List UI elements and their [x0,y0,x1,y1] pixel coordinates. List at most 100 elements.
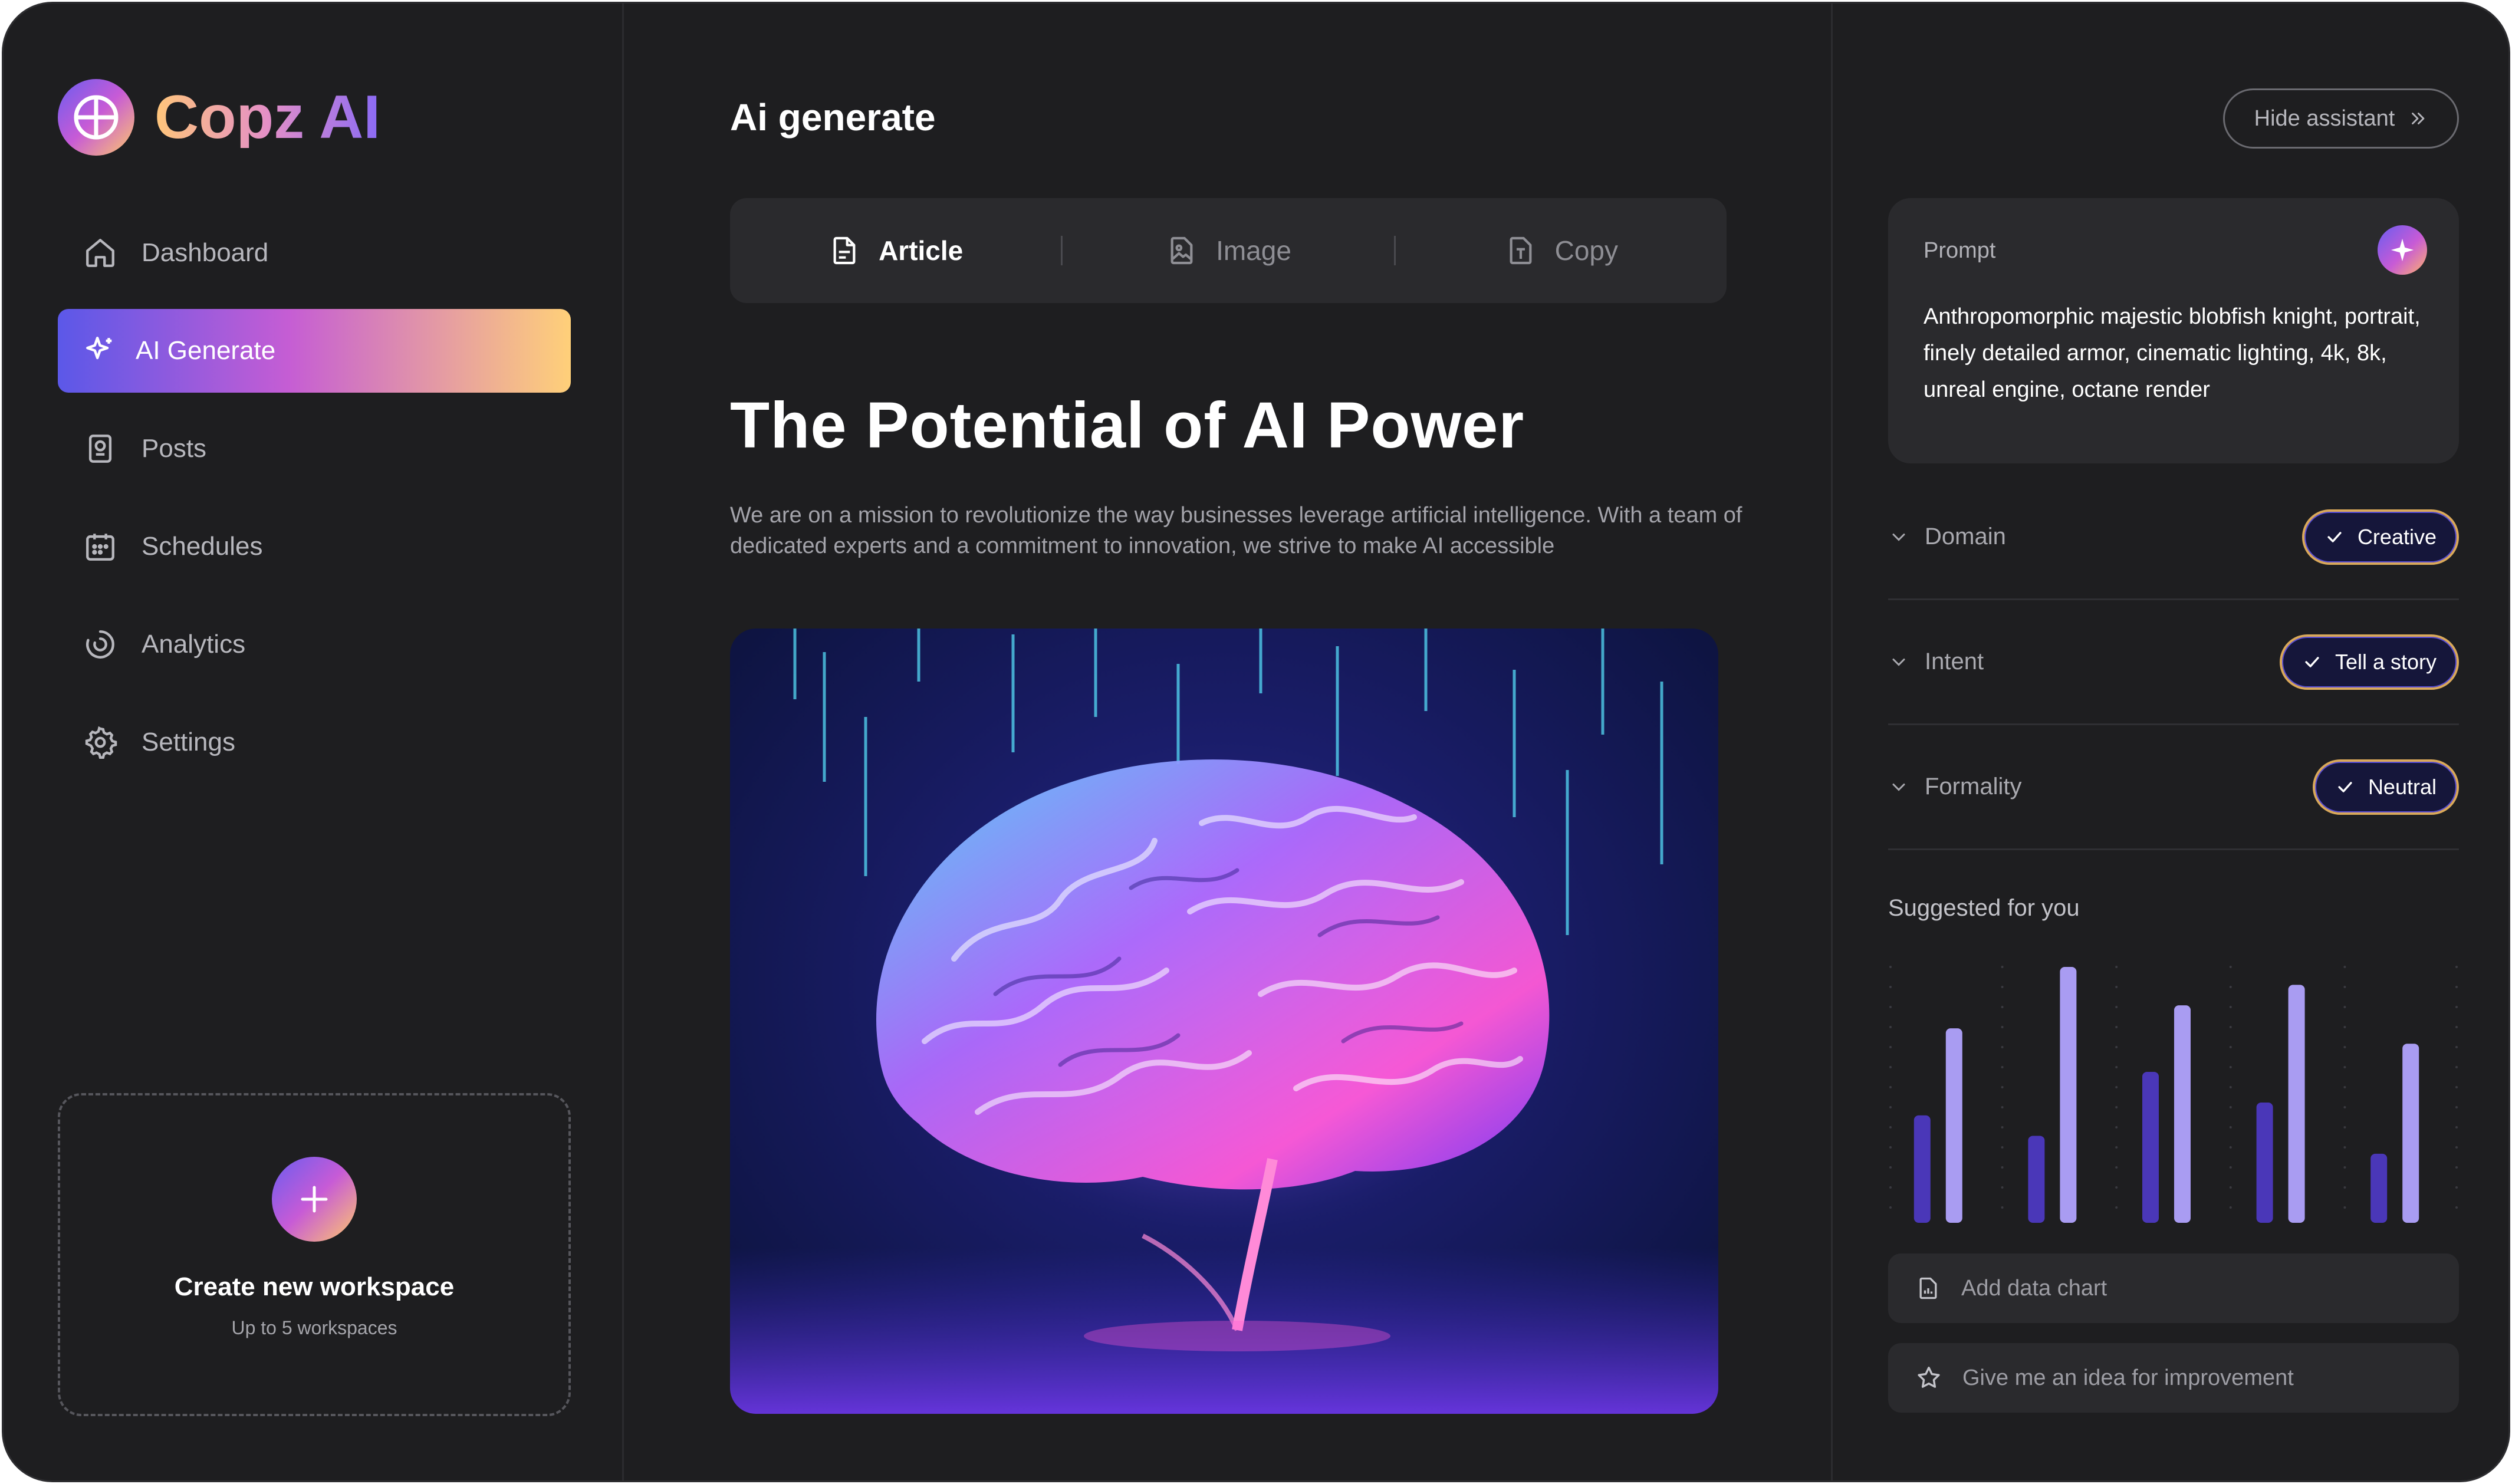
tab-article[interactable]: Article [730,234,1061,267]
article-headline: The Potential of AI Power [730,389,1525,462]
main-content: Ai generate Article Image Copy The Poten… [624,4,1833,1480]
sidebar-item-posts[interactable]: Posts [58,407,571,491]
chart-grid-dot [2001,1006,2004,1008]
chevron-down-icon [1888,527,1909,548]
sidebar-item-label: Settings [142,728,235,756]
option-value-pill[interactable]: Neutral [2312,759,2459,815]
assistant-panel: Hide assistant Prompt Anthropomorphic ma… [1833,4,2508,1480]
chart-bar-series-1-5 [2370,1153,2388,1223]
chart-grid-dot [2115,1106,2118,1108]
chart-grid-dot [2229,1086,2232,1088]
chart-grid-dot [2229,1166,2232,1169]
chart-grid-dot [2343,1106,2346,1108]
chart-grid-dot [2001,1186,2004,1189]
prompt-text: Anthropomorphic majestic blobfish knight… [1924,304,2421,402]
sidebar-item-label: Analytics [142,630,246,659]
option-value-pill[interactable]: Tell a story [2279,634,2459,690]
chart-grid-dot [2455,1106,2458,1108]
chart-grid-dot [1889,986,1892,988]
add-workspace-button[interactable] [272,1157,357,1242]
chart-grid-dot [2115,986,2118,988]
chart-grid-dot [2455,1006,2458,1008]
add-data-chart-button[interactable]: Add data chart [1888,1253,2459,1323]
chart-grid-dot [2001,1046,2004,1048]
posts-icon [83,431,118,466]
star-icon [1915,1364,1942,1391]
option-label-group: Domain [1888,524,2006,550]
chart-grid-dot [1889,1126,1892,1128]
double-chevron-right-icon [2408,108,2428,129]
chart-grid-dot [2343,966,2346,968]
chart-grid-dot [2343,1046,2346,1048]
check-icon [2335,777,2355,797]
suggested-title: Suggested for you [1888,895,2080,921]
chart-grid-dot [2455,1066,2458,1068]
chart-grid-dot [2001,1066,2004,1068]
option-label-group: Intent [1888,649,1984,675]
chart-grid-dot [2343,1066,2346,1068]
sparkle-button[interactable] [2378,225,2427,275]
sidebar-item-dashboard[interactable]: Dashboard [58,211,571,295]
chart-grid-dot [2343,1006,2346,1008]
create-workspace-card[interactable]: Create new workspace Up to 5 workspaces [58,1093,571,1416]
sidebar-item-schedules[interactable]: Schedules [58,505,571,588]
option-formality[interactable]: Formality Neutral [1888,725,2459,850]
tab-label: Copy [1554,235,1619,266]
chart-grid-dot [2343,1166,2346,1169]
idea-improvement-button[interactable]: Give me an idea for improvement [1888,1343,2459,1413]
chart-grid-dot [2001,1106,2004,1108]
sidebar-item-settings[interactable]: Settings [58,700,571,784]
chart-grid-dot [2115,1206,2118,1209]
prompt-card[interactable]: Prompt Anthropomorphic majestic blobfish… [1888,198,2459,463]
hide-assistant-button[interactable]: Hide assistant [2223,88,2459,149]
chart-bar-series-2-4 [2288,985,2305,1223]
option-domain[interactable]: Domain Creative [1888,475,2459,600]
home-icon [83,235,118,271]
chart-grid-dot [1889,1166,1892,1169]
chart-grid-dot [2229,1066,2232,1068]
option-label: Domain [1925,524,2006,549]
tab-copy[interactable]: Copy [1396,234,1727,267]
chart-bar-series-1-1 [1913,1115,1931,1223]
chart-grid-dot [2229,1146,2232,1149]
chart-grid-dot [2343,1186,2346,1189]
chart-grid-dot [2343,1126,2346,1128]
sidebar: Copz AI Dashboard AI Generate Posts Sche… [4,4,624,1480]
chart-bar-series-2-5 [2402,1044,2419,1223]
chart-grid-dot [2455,1146,2458,1149]
sidebar-item-analytics[interactable]: Analytics [58,603,571,686]
workspace-subtitle: Up to 5 workspaces [231,1317,397,1338]
chart-grid-dot [2115,1046,2118,1048]
chart-grid-dot [1889,1206,1892,1209]
chart-grid-dot [1889,1066,1892,1068]
tab-image[interactable]: Image [1063,234,1393,267]
chart-grid-dot [2455,986,2458,988]
workspace-title: Create new workspace [174,1272,455,1301]
plus-icon [301,1186,328,1213]
option-value-pill[interactable]: Creative [2301,509,2459,565]
chart-grid-dot [2115,966,2118,968]
chart-bar-series-1-2 [2028,1136,2045,1223]
chart-grid-dot [1889,1046,1892,1048]
option-intent[interactable]: Intent Tell a story [1888,600,2459,725]
chart-file-icon [1915,1275,1941,1301]
chart-grid-dot [2115,1146,2118,1149]
chevron-down-icon [1888,776,1909,798]
option-label: Formality [1925,774,2022,799]
chart-grid-dot [2229,986,2232,988]
chart-grid-dot [2229,1186,2232,1189]
sidebar-nav: Dashboard AI Generate Posts Schedules An… [58,211,571,798]
page-title: Ai generate [730,96,936,139]
suggested-bar-chart [1889,966,2458,1223]
chart-grid-dot [1889,1006,1892,1008]
sidebar-item-label: Posts [142,434,207,463]
option-label: Intent [1925,649,1984,674]
logo[interactable]: Copz AI [58,79,380,156]
check-icon [2324,527,2345,547]
chevron-down-icon [1888,651,1909,673]
chart-grid-dot [2229,1026,2232,1028]
chart-grid-dot [2455,1046,2458,1048]
chart-bar-series-1-3 [2142,1071,2159,1223]
chart-grid-dot [2115,1086,2118,1088]
sidebar-item-ai-generate[interactable]: AI Generate [58,309,571,393]
